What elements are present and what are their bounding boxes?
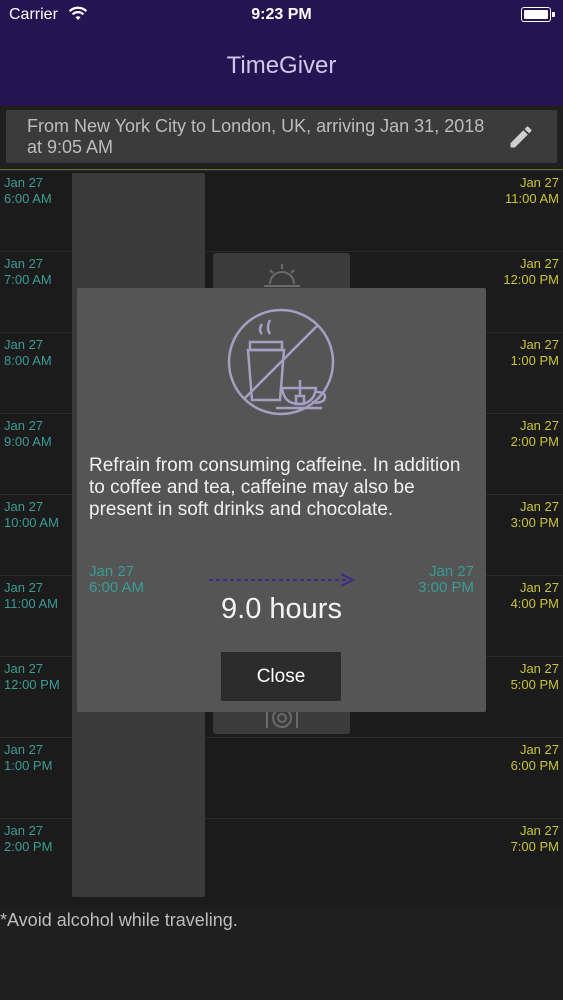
battery-icon xyxy=(521,7,555,22)
origin-time: Jan 27 6:00 AM xyxy=(4,175,52,206)
route-summary[interactable]: From New York City to London, UK, arrivi… xyxy=(6,110,557,163)
destination-time: Jan 27 1:00 PM xyxy=(510,337,559,368)
destination-time: Jan 27 11:00 AM xyxy=(505,175,559,206)
route-text: From New York City to London, UK, arrivi… xyxy=(27,116,485,157)
origin-time: Jan 27 7:00 AM xyxy=(4,256,52,287)
destination-time: Jan 27 4:00 PM xyxy=(510,580,559,611)
travel-footnote: *Avoid alcohol while traveling. xyxy=(0,910,238,930)
advice-end-time: Jan 27 3:00 PM xyxy=(418,563,474,596)
destination-time: Jan 27 5:00 PM xyxy=(510,661,559,692)
advice-dialog: Refrain from consuming caffeine. In addi… xyxy=(77,288,486,712)
clock: 9:23 PM xyxy=(251,6,312,23)
app-title: TimeGiver xyxy=(226,52,337,79)
origin-time: Jan 27 12:00 PM xyxy=(4,661,60,692)
advice-message: Refrain from consuming caffeine. In addi… xyxy=(89,455,461,520)
advice-start-time: Jan 27 6:00 AM xyxy=(89,563,145,596)
destination-time: Jan 27 6:00 PM xyxy=(510,742,559,773)
close-button[interactable]: Close xyxy=(221,652,341,701)
origin-time: Jan 27 11:00 AM xyxy=(4,580,58,611)
no-caffeine-icon xyxy=(227,308,335,416)
origin-time: Jan 27 8:00 AM xyxy=(4,337,52,368)
advice-duration: 9.0 hours xyxy=(221,593,342,625)
destination-time: Jan 27 2:00 PM xyxy=(510,418,559,449)
sunrise-icon xyxy=(264,264,300,287)
duration-arrow-icon xyxy=(209,573,355,587)
origin-time: Jan 27 10:00 AM xyxy=(4,499,59,530)
destination-time: Jan 27 3:00 PM xyxy=(510,499,559,530)
origin-time: Jan 27 2:00 PM xyxy=(4,823,53,854)
edit-pencil-icon[interactable] xyxy=(507,123,535,151)
navigation-bar: Carrier 9:23 PM TimeGiver xyxy=(0,0,563,106)
status-bar: Carrier 9:23 PM xyxy=(0,0,563,32)
origin-time: Jan 27 9:00 AM xyxy=(4,418,52,449)
destination-time: Jan 27 7:00 PM xyxy=(510,823,559,854)
origin-time: Jan 27 1:00 PM xyxy=(4,742,53,773)
destination-time: Jan 27 12:00 PM xyxy=(503,256,559,287)
